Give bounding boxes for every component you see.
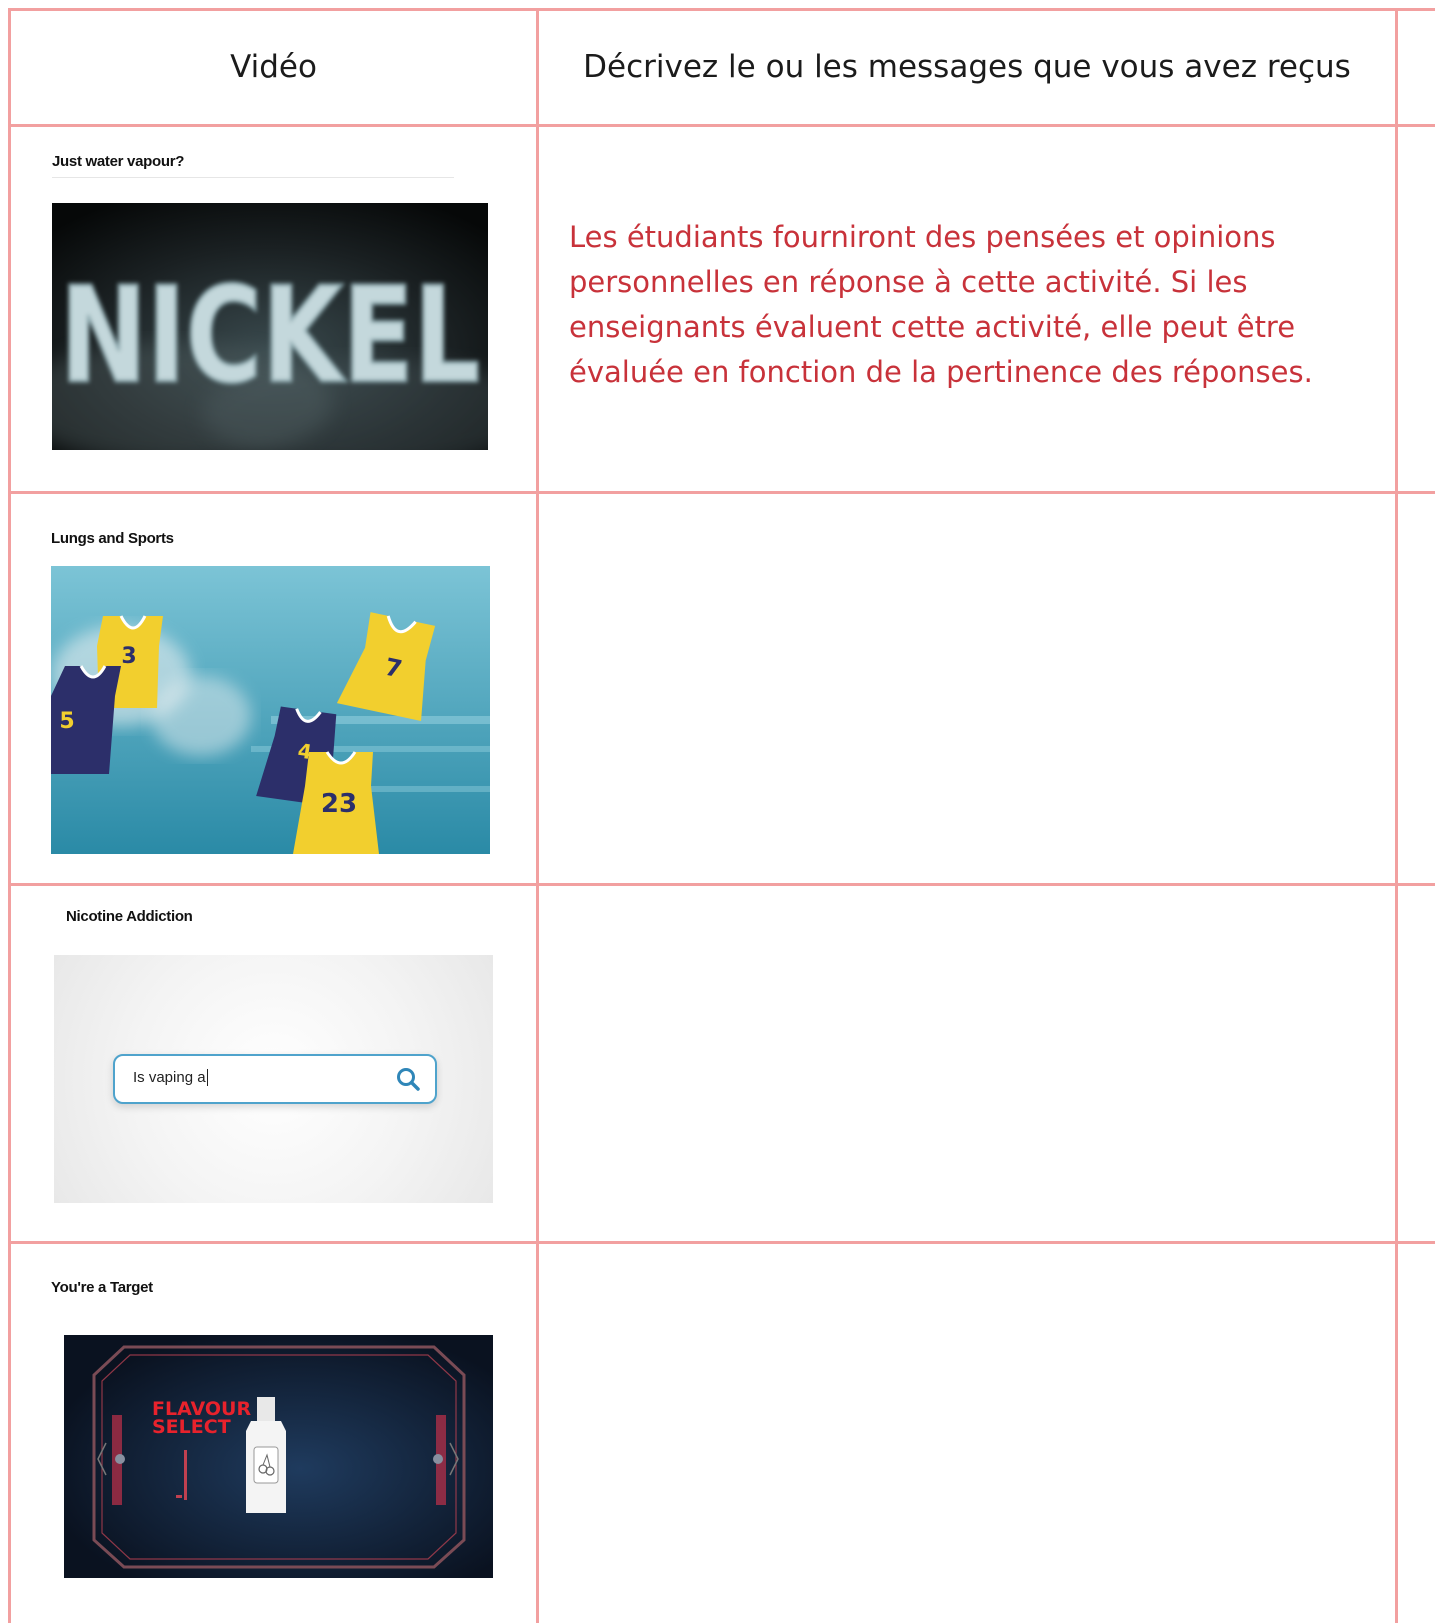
svg-text:5: 5 — [59, 709, 74, 734]
svg-text:3: 3 — [121, 644, 136, 669]
video-thumbnail[interactable]: NICKEL — [52, 203, 488, 450]
smoke-text-image: NICKEL — [52, 203, 488, 450]
table-border-left — [8, 8, 11, 1623]
video-title: You're a Target — [51, 1279, 153, 1296]
header-video: Vidéo — [230, 48, 317, 85]
video-title: Lungs and Sports — [51, 530, 174, 547]
table-border-row2 — [8, 883, 1435, 886]
flavour-select-image: FLAVOUR SELECT — [64, 1335, 493, 1578]
header-messages: Décrivez le ou les messages que vous ave… — [583, 48, 1351, 85]
svg-text:23: 23 — [321, 789, 357, 819]
search-icon — [397, 1068, 420, 1091]
search-box[interactable]: Is vaping a — [113, 1054, 437, 1104]
jerseys-image: 3 5 7 4 23 — [51, 566, 490, 854]
table-border-right — [1395, 8, 1398, 1623]
video-title: Nicotine Addiction — [66, 908, 193, 925]
table-border-row1 — [8, 491, 1435, 494]
table-border-middle — [536, 8, 539, 1623]
select-text: SELECT — [152, 1416, 231, 1438]
video-thumbnail[interactable]: Is vaping a — [54, 955, 493, 1203]
smoke-text: NICKEL — [60, 259, 480, 413]
video-title: Just water vapour? — [52, 153, 185, 170]
table-border-row3 — [8, 1241, 1435, 1244]
video-thumbnail[interactable]: FLAVOUR SELECT — [64, 1335, 493, 1578]
search-text: Is vaping a — [133, 1069, 208, 1086]
title-underline — [52, 177, 454, 178]
answer-text: Les étudiants fourniront des pensées et … — [569, 220, 1313, 389]
video-thumbnail[interactable]: 3 5 7 4 23 — [51, 566, 490, 854]
